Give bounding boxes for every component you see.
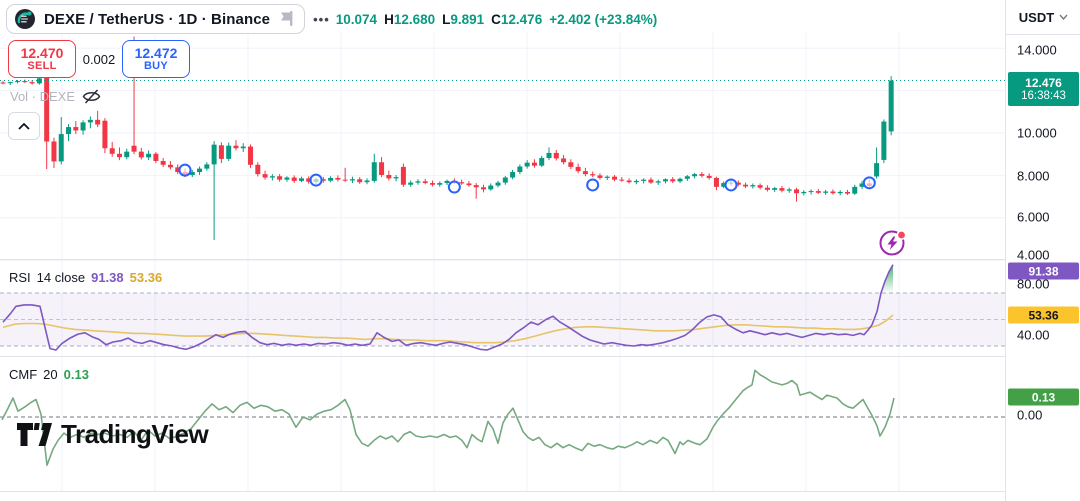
high-value: 12.680 — [394, 12, 435, 27]
symbol-title: DEXE / TetherUS · 1D · Binance — [44, 11, 270, 28]
notification-dot — [897, 231, 905, 239]
open-value: 10.074 — [336, 12, 377, 27]
rsi-value: 91.38 — [91, 270, 124, 285]
low-value: 9.891 — [450, 12, 484, 27]
scale-tick-label: 8.000 — [1017, 169, 1050, 184]
scale-value-box: 53.36 — [1008, 307, 1079, 324]
chevron-up-icon — [18, 123, 30, 130]
scale-tick-label: 14.000 — [1017, 43, 1057, 58]
flag-icon[interactable] — [278, 10, 294, 28]
close-value: 12.476 — [501, 12, 542, 27]
event-circle-marker — [449, 182, 460, 193]
volume-legend[interactable]: Vol · DEXE — [10, 88, 102, 105]
event-circle-marker — [180, 165, 191, 176]
buy-price: 12.472 — [135, 46, 178, 61]
sell-price: 12.470 — [21, 46, 64, 61]
dexe-coin-icon — [14, 8, 36, 30]
rsi-params: 14 close — [37, 270, 85, 285]
eye-hidden-icon[interactable] — [81, 88, 102, 105]
cmf-legend[interactable]: CMF 20 0.13 — [9, 367, 89, 382]
volume-legend-text: Vol · DEXE — [10, 89, 75, 104]
trade-panel: 12.470 SELL 0.002 12.472 BUY — [8, 40, 190, 78]
scale-value-box: 91.38 — [1008, 263, 1079, 280]
event-circle-marker — [726, 179, 737, 190]
scale-currency-toggle[interactable]: USDT — [1006, 0, 1080, 35]
cmf-name: CMF — [9, 367, 37, 382]
scale-value-box: 12.47616:38:43 — [1008, 72, 1079, 106]
rsi-name: RSI — [9, 270, 31, 285]
scale-value-box: 0.13 — [1008, 389, 1079, 406]
buy-label: BUY — [144, 61, 168, 73]
chevron-down-icon — [1059, 14, 1068, 20]
tradingview-watermark: TradingView — [16, 419, 208, 450]
scale-currency: USDT — [1019, 10, 1054, 25]
cmf-value: 0.13 — [64, 367, 89, 382]
buy-button[interactable]: 12.472 BUY — [122, 40, 190, 78]
pane-separator — [0, 491, 1080, 492]
rsi-legend[interactable]: RSI 14 close 91.38 53.36 — [9, 270, 162, 285]
high-label: H — [384, 12, 394, 27]
tradingview-watermark-text: TradingView — [61, 419, 208, 450]
pane-separator[interactable] — [0, 356, 1080, 357]
ohlc-readout: 10.074 H12.680 L9.891 C12.476 +2.402 (+2… — [336, 12, 658, 27]
tradingview-chart-window: DEXE / TetherUS · 1D · Binance ••• 10.07… — [0, 0, 1080, 501]
tradingview-logo-icon — [16, 421, 54, 449]
cmf-params: 20 — [43, 367, 57, 382]
rsi-ma-value: 53.36 — [130, 270, 163, 285]
more-options-icon[interactable]: ••• — [313, 12, 330, 27]
collapse-pane-button[interactable] — [8, 112, 40, 140]
sell-label: SELL — [27, 61, 56, 73]
close-label: C — [491, 12, 501, 27]
event-circle-marker — [864, 177, 875, 188]
flash-events-icon[interactable] — [877, 227, 909, 259]
header-toolbar: DEXE / TetherUS · 1D · Binance ••• 10.07… — [6, 4, 657, 34]
price-scale[interactable]: USDT 14.000 10.000 8.000 6.000 4.000 12.47616… — [1005, 0, 1080, 501]
scale-tick-label: 4.000 — [1017, 248, 1050, 263]
sell-button[interactable]: 12.470 SELL — [8, 40, 76, 78]
spread-value: 0.002 — [76, 52, 122, 67]
change-value: +2.402 (+23.84%) — [549, 12, 657, 27]
pane-separator[interactable] — [0, 259, 1080, 260]
event-circle-marker — [587, 179, 598, 190]
scale-tick-label: 0.00 — [1017, 408, 1042, 423]
scale-tick-label: 6.000 — [1017, 210, 1050, 225]
symbol-button[interactable]: DEXE / TetherUS · 1D · Binance — [6, 4, 305, 34]
scale-tick-label: 10.000 — [1017, 126, 1057, 141]
scale-tick-label: 40.00 — [1017, 328, 1050, 343]
event-circle-marker — [311, 175, 322, 186]
